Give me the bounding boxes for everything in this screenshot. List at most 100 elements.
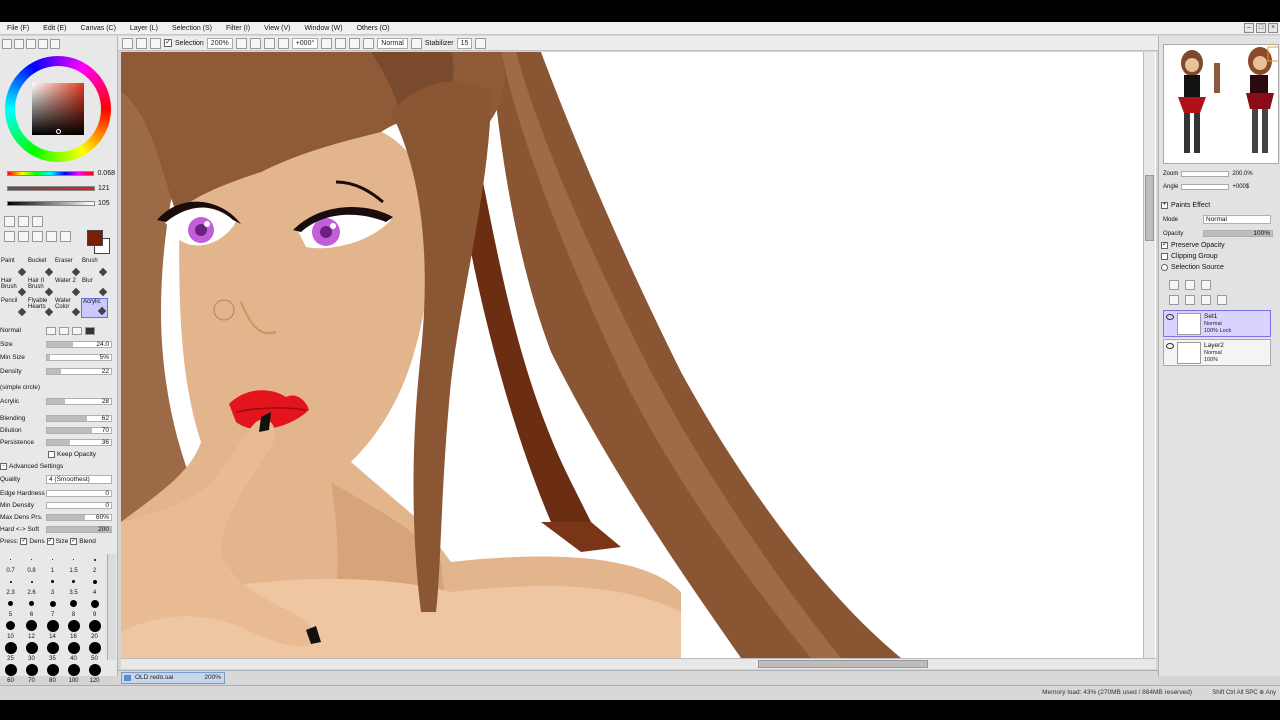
show-selection-button[interactable] — [150, 37, 161, 49]
drawing-canvas[interactable] — [121, 52, 1156, 658]
tip-soft-icon[interactable] — [72, 326, 82, 335]
brush-size-preset[interactable] — [21, 641, 42, 654]
eye-icon[interactable] — [1166, 343, 1174, 349]
close-button[interactable]: × — [1268, 23, 1278, 33]
menu-window[interactable]: Window (W) — [297, 25, 349, 32]
brush-size-preset[interactable] — [21, 620, 42, 631]
clear-layer-icon[interactable] — [1201, 295, 1211, 305]
navigator-angle-slider[interactable] — [1181, 183, 1230, 190]
brush-size-preset[interactable] — [42, 619, 63, 632]
hue-slider[interactable] — [7, 170, 95, 176]
brush-size-preset[interactable] — [0, 620, 21, 631]
menu-selection[interactable]: Selection (S) — [165, 25, 219, 32]
brush-size-preset[interactable] — [84, 554, 105, 565]
tool-blur[interactable]: Blur — [81, 278, 108, 298]
selection-checkbox[interactable]: ✓ — [164, 39, 172, 47]
brush-size-preset[interactable] — [84, 663, 105, 676]
quality-select[interactable]: 4 (Smoothest) — [46, 475, 112, 484]
clipping-group-checkbox[interactable] — [1161, 253, 1168, 260]
stabilizer-select[interactable]: 15 — [456, 37, 473, 49]
min-size-slider[interactable]: 5% — [46, 354, 112, 361]
menu-filter[interactable]: Filter (I) — [219, 25, 257, 32]
texture-select[interactable]: Acrylic — [0, 398, 46, 405]
tool-hair-ii-brush[interactable]: Hair II Brush — [27, 278, 54, 298]
brush-size-preset[interactable] — [42, 663, 63, 676]
deselect-button[interactable] — [122, 37, 133, 49]
zoom-fit-button[interactable] — [277, 37, 289, 49]
tip-flat-icon[interactable] — [59, 326, 69, 335]
brush-size-preset[interactable] — [63, 554, 84, 565]
brush-size-preset[interactable] — [84, 576, 105, 587]
flip-button[interactable] — [363, 37, 375, 49]
brush-size-preset[interactable] — [42, 641, 63, 654]
menu-edit[interactable]: Edit (E) — [36, 25, 73, 32]
transfer-down-icon[interactable] — [1169, 295, 1179, 305]
brush-size-preset[interactable] — [0, 554, 21, 565]
brush-size-preset[interactable] — [84, 598, 105, 609]
selection-source-radio[interactable] — [1161, 264, 1168, 271]
navigator-preview[interactable] — [1163, 44, 1279, 164]
paint-effect-toggle[interactable]: + — [1161, 202, 1168, 209]
vertical-scrollbar[interactable] — [1143, 52, 1155, 658]
menu-others[interactable]: Others (O) — [350, 25, 397, 32]
scratchpad-tab-icon[interactable] — [50, 39, 60, 49]
dilution-slider[interactable]: 70 — [46, 427, 112, 434]
preserve-opacity-checkbox[interactable]: ✓ — [1161, 242, 1168, 249]
persistence-slider[interactable]: 36 — [46, 439, 112, 446]
paint-effect-header[interactable]: + Paints Effect — [1161, 202, 1210, 209]
brush-size-preset[interactable] — [63, 663, 84, 676]
zoom-tool-icon[interactable] — [18, 231, 29, 242]
blending-slider[interactable]: 62 — [46, 415, 112, 422]
edge-hardness-slider[interactable]: 0 — [46, 490, 112, 497]
brush-size-preset[interactable] — [42, 554, 63, 565]
brush-size-preset[interactable] — [0, 641, 21, 654]
brush-size-preset[interactable] — [84, 641, 105, 654]
brush-size-preset[interactable] — [21, 663, 42, 676]
advanced-settings-toggle[interactable]: - — [0, 463, 7, 470]
lasso-tool-icon[interactable] — [18, 216, 29, 227]
menu-view[interactable]: View (V) — [257, 25, 297, 32]
size-slider[interactable]: 24.0 — [46, 341, 112, 348]
tool-pencil[interactable]: Pencil — [0, 298, 27, 318]
tool-acrylic[interactable]: Acrylic — [81, 298, 108, 318]
layer-mode-select[interactable]: Normal — [1203, 215, 1271, 224]
layer-item-layer2[interactable]: Layer2 Normal 100% — [1163, 339, 1271, 366]
brush-size-preset[interactable] — [84, 619, 105, 632]
menu-canvas[interactable]: Canvas (C) — [74, 25, 123, 32]
color-wheel[interactable] — [5, 56, 111, 162]
max-dens-slider[interactable]: 60% — [46, 514, 112, 521]
rgb-slider-tab-icon[interactable] — [14, 39, 24, 49]
hsv-slider-tab-icon[interactable] — [26, 39, 36, 49]
brush-size-preset[interactable] — [63, 576, 84, 587]
tool-bucket[interactable]: Bucket — [27, 258, 54, 278]
blend-mode-select[interactable]: Normal — [377, 37, 408, 49]
maximize-button[interactable]: □ — [1256, 23, 1266, 33]
brush-size-scrollbar[interactable] — [107, 554, 116, 660]
brush-size-preset[interactable] — [63, 598, 84, 609]
stabilizer-dropdown-icon[interactable] — [475, 37, 487, 49]
brush-size-preset[interactable] — [0, 598, 21, 609]
zoom-reset-button[interactable] — [263, 37, 275, 49]
color-picker-marker[interactable] — [56, 129, 61, 134]
brush-mode[interactable]: Normal — [0, 327, 46, 334]
minimize-button[interactable]: – — [1244, 23, 1254, 33]
document-tab[interactable]: OLD redo.sai 200% — [121, 672, 225, 684]
new-layer-icon[interactable] — [1169, 280, 1179, 290]
value-slider[interactable] — [7, 200, 95, 206]
foreground-color-swatch[interactable] — [87, 230, 103, 246]
eye-icon[interactable] — [1166, 314, 1174, 320]
zoom-out-button[interactable] — [235, 37, 247, 49]
move-tool-icon[interactable] — [4, 231, 15, 242]
keep-opacity-checkbox[interactable] — [48, 451, 55, 458]
brush-size-preset[interactable] — [42, 598, 63, 609]
shape-select[interactable]: (simple circle) — [0, 384, 46, 391]
press-blend-checkbox[interactable]: ✓ — [70, 538, 78, 545]
saturation-value-square[interactable] — [32, 83, 84, 135]
rotate-right-button[interactable] — [335, 37, 347, 49]
rotate-tool-icon[interactable] — [32, 231, 43, 242]
color-wheel-tab-icon[interactable] — [2, 39, 12, 49]
new-folder-icon[interactable] — [1201, 280, 1211, 290]
navigator-zoom-slider[interactable] — [1181, 170, 1230, 177]
brush-size-preset[interactable] — [21, 576, 42, 587]
hand-tool-icon[interactable] — [46, 231, 57, 242]
